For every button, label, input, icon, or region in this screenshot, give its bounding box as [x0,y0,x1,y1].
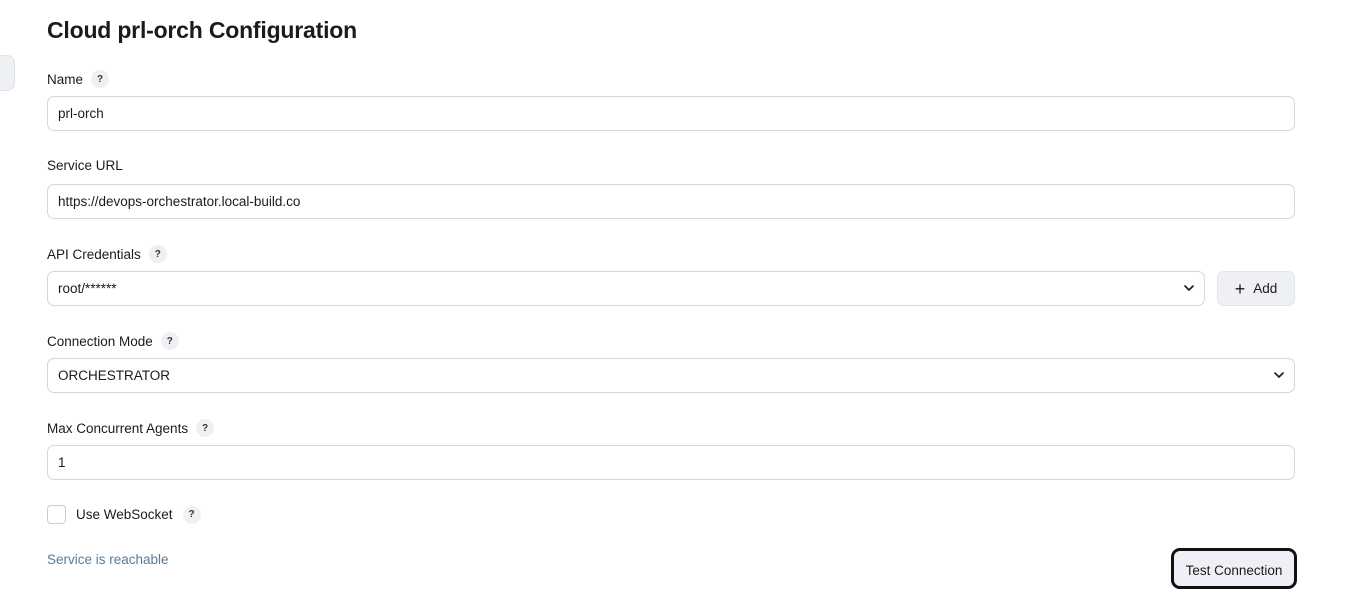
connection-mode-select[interactable]: ORCHESTRATOR [47,358,1295,393]
connection-mode-selected: ORCHESTRATOR [58,368,171,383]
connection-mode-label: Connection Mode [47,333,153,349]
websocket-help-icon[interactable]: ? [182,505,201,524]
service-url-value: https://devops-orchestrator.local-build.… [58,194,301,209]
add-credentials-button[interactable]: + Add [1217,271,1295,306]
service-url-label: Service URL [47,158,123,173]
chevron-down-icon [1184,285,1194,291]
name-label-row: Name ? [47,70,110,88]
max-agents-label-row: Max Concurrent Agents ? [47,419,215,437]
service-url-field[interactable]: https://devops-orchestrator.local-build.… [47,184,1295,219]
name-label: Name [47,71,84,87]
max-agents-help-icon[interactable]: ? [196,419,215,437]
name-field-value: prl-orch [58,106,104,121]
chevron-down-icon [1274,372,1284,378]
websocket-row: Use WebSocket ? [47,505,201,524]
name-field[interactable]: prl-orch [47,96,1295,131]
api-credentials-selected: root/****** [58,281,117,296]
add-button-label: Add [1253,281,1278,296]
api-credentials-label-row: API Credentials ? [47,245,167,263]
test-connection-button[interactable]: Test Connection [1171,548,1297,589]
api-credentials-label: API Credentials [47,246,141,262]
connection-mode-help-icon[interactable]: ? [160,332,179,350]
max-agents-field[interactable]: 1 [47,445,1295,480]
max-agents-value: 1 [58,455,66,470]
configuration-page: Cloud prl-orch Configuration Name ? prl-… [0,0,1362,612]
side-panel-tab[interactable] [0,55,15,91]
websocket-checkbox[interactable] [47,505,66,524]
connection-mode-label-row: Connection Mode ? [47,332,179,350]
page-title: Cloud prl-orch Configuration [47,17,357,43]
test-connection-label: Test Connection [1185,563,1283,578]
max-agents-label: Max Concurrent Agents [47,420,189,436]
websocket-label[interactable]: Use WebSocket [76,507,173,522]
plus-icon: + [1234,278,1246,299]
connection-status-text: Service is reachable [47,552,169,567]
api-credentials-help-icon[interactable]: ? [148,245,167,263]
api-credentials-select[interactable]: root/****** [47,271,1205,306]
service-url-label-row: Service URL [47,158,123,173]
name-help-icon[interactable]: ? [91,70,110,88]
